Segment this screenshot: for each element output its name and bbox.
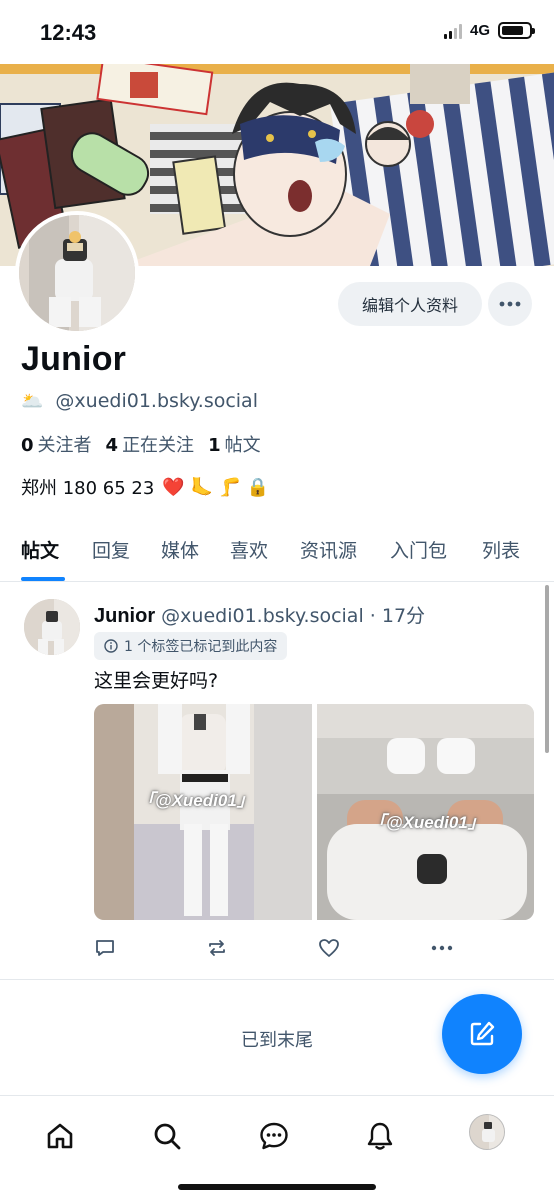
bio-emojis: ❤️ 🦶 🦵 🔒 bbox=[162, 476, 270, 498]
following-stat[interactable]: 4 正在关注 bbox=[106, 431, 195, 457]
profile-tabs: 帖文 回复 媒体 喜欢 资讯源 入门包 列表 bbox=[0, 520, 554, 582]
home-indicator bbox=[178, 1184, 376, 1190]
content-label-text: 1 个标签已标记到此内容 bbox=[124, 639, 278, 655]
status-time: 12:43 bbox=[40, 20, 97, 45]
profile-handle-row: 🌥️ @xuedi01.bsky.social bbox=[21, 390, 258, 412]
tab-replies[interactable]: 回复 bbox=[92, 536, 130, 563]
post-image-2[interactable]: 「@Xuedi01」 bbox=[317, 704, 534, 920]
tab-starter-packs[interactable]: 入门包 bbox=[390, 536, 447, 563]
search-icon bbox=[154, 1123, 181, 1150]
followers-stat[interactable]: 0 关注者 bbox=[21, 431, 92, 457]
edit-profile-button[interactable]: 编辑个人资料 bbox=[338, 282, 482, 326]
nav-search-button[interactable] bbox=[147, 1116, 187, 1156]
network-type: 4G bbox=[469, 22, 490, 39]
post-header: Junior @xuedi01.bsky.social · 17分 bbox=[94, 601, 425, 628]
compose-post-button[interactable] bbox=[442, 994, 522, 1074]
post-image-1[interactable]: 「@Xuedi01」 bbox=[94, 704, 312, 920]
battery-icon bbox=[498, 22, 535, 39]
post-more-button[interactable] bbox=[430, 936, 454, 960]
chat-icon bbox=[260, 1122, 288, 1150]
post-separator: · bbox=[369, 605, 376, 627]
nav-home-button[interactable] bbox=[40, 1116, 80, 1156]
like-button[interactable] bbox=[317, 936, 341, 960]
repost-button[interactable] bbox=[205, 936, 229, 960]
avatar-photo bbox=[19, 215, 135, 331]
nav-profile-avatar[interactable] bbox=[469, 1114, 505, 1150]
post-text: 这里会更好吗? bbox=[94, 670, 219, 692]
compose-icon bbox=[470, 1021, 495, 1046]
tab-media[interactable]: 媒体 bbox=[161, 536, 199, 563]
post-timestamp[interactable]: 17分 bbox=[382, 605, 425, 627]
more-options-button[interactable] bbox=[488, 282, 532, 326]
nav-notifications-button[interactable] bbox=[360, 1116, 400, 1156]
scrollbar-thumb[interactable] bbox=[545, 585, 549, 753]
nav-chat-button[interactable] bbox=[254, 1116, 294, 1156]
home-icon bbox=[47, 1123, 73, 1149]
post-item[interactable]: Junior @xuedi01.bsky.social · 17分 1 个标签已… bbox=[0, 582, 554, 980]
tab-lists[interactable]: 列表 bbox=[482, 536, 520, 563]
tab-likes[interactable]: 喜欢 bbox=[230, 536, 268, 563]
post-author-name[interactable]: Junior bbox=[94, 605, 155, 627]
posts-stat: 1 帖文 bbox=[208, 435, 261, 456]
ellipsis-icon bbox=[499, 301, 521, 307]
image-watermark: 「@Xuedi01」 bbox=[138, 791, 254, 810]
info-icon bbox=[104, 639, 118, 653]
repost-icon bbox=[209, 940, 225, 956]
post-author-avatar[interactable] bbox=[24, 599, 80, 655]
bell-icon bbox=[367, 1122, 393, 1150]
profile-handle[interactable]: @xuedi01.bsky.social bbox=[55, 390, 258, 412]
heart-icon bbox=[319, 939, 339, 957]
post-author-handle[interactable]: @xuedi01.bsky.social bbox=[161, 605, 364, 627]
profile-avatar[interactable] bbox=[15, 211, 139, 335]
reply-button[interactable] bbox=[93, 936, 117, 960]
status-bar: 12:43 4G bbox=[0, 0, 554, 64]
content-label-chip[interactable]: 1 个标签已标记到此内容 bbox=[94, 632, 288, 660]
comment-icon bbox=[96, 940, 114, 956]
profile-display-name: Junior bbox=[21, 340, 127, 378]
active-tab-indicator bbox=[21, 577, 65, 581]
profile-bio: 郑州 180 65 23 ❤️ 🦶 🦵 🔒 bbox=[21, 474, 269, 500]
profile-stats: 0 关注者 4 正在关注 1 帖文 bbox=[21, 431, 261, 457]
cellular-signal-icon bbox=[443, 23, 462, 39]
ellipsis-icon bbox=[431, 945, 453, 951]
status-indicators: 4G bbox=[443, 22, 535, 39]
weather-emoji: 🌥️ bbox=[21, 390, 44, 412]
image-watermark: 「@Xuedi01」 bbox=[369, 813, 485, 832]
bio-text: 郑州 180 65 23 bbox=[21, 478, 155, 499]
tab-feeds[interactable]: 资讯源 bbox=[300, 536, 357, 563]
tab-posts[interactable]: 帖文 bbox=[21, 536, 59, 563]
